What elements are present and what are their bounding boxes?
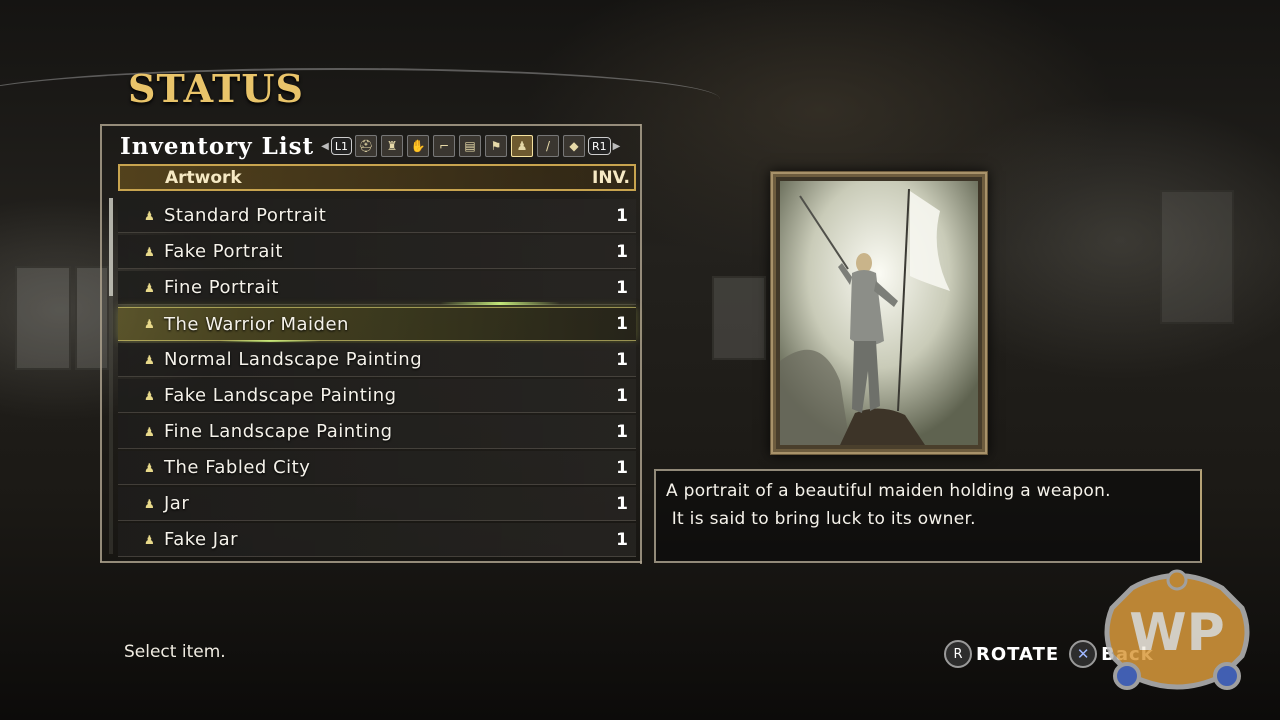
screen-title: STATUS [128,66,304,111]
item-bag-icon: ♟ [144,317,155,331]
r-stick-icon[interactable]: R [944,640,972,668]
bag-icon[interactable]: ♟ [510,135,533,157]
list-item[interactable]: ♟ Fine Portrait 1 [118,271,636,305]
artwork-preview-frame[interactable] [770,171,988,455]
inventory-header: Inventory List ◀ L1 ⛑ ♜ ✋ ⌐ ▤ ⚑ ♟ / ◆ R1 ▶ [120,130,621,162]
item-bag-icon: ♟ [144,208,155,223]
item-bag-icon: ♟ [144,460,155,475]
gauntlet-icon[interactable]: ✋ [406,135,429,157]
item-description-box: A portrait of a beautiful maiden holding… [654,469,1202,563]
list-item[interactable]: ♟ Jar 1 [118,487,636,521]
list-item[interactable]: ♟ Normal Landscape Painting 1 [118,343,636,377]
right-arrow-icon[interactable]: ▶ [613,141,621,152]
category-tabs: ⛑ ♜ ✋ ⌐ ▤ ⚑ ♟ / ◆ [353,135,587,157]
item-name: Standard Portrait [164,205,327,226]
item-name: The Warrior Maiden [164,313,349,335]
item-bag-icon: ♟ [144,352,155,367]
item-quantity: 1 [616,457,628,478]
watermark-logo: WP [1104,569,1250,690]
item-quantity: 1 [616,529,628,550]
background-window [1160,190,1234,324]
artwork-preview-image [780,181,978,445]
column-header: Artwork INV. [118,164,636,191]
description-line-2: It is said to bring luck to its owner. [666,509,976,529]
item-name: Fake Jar [164,529,239,550]
item-quantity: 1 [616,421,628,442]
item-quantity: 1 [616,205,628,226]
item-quantity: 1 [616,493,628,514]
r1-button[interactable]: R1 [587,137,611,155]
item-name: Normal Landscape Painting [164,349,423,370]
title-arc-decoration [0,68,720,130]
item-quantity: 1 [616,314,628,334]
shield-icon[interactable]: ◆ [562,135,585,157]
selection-sparkle [440,302,560,305]
item-bag-icon: ♟ [144,280,155,295]
left-arrow-icon[interactable]: ◀ [321,141,329,152]
background-window [15,266,71,370]
item-name: Fake Portrait [164,241,283,262]
flag-icon[interactable]: ⚑ [484,135,507,157]
item-name: Fake Landscape Painting [164,385,397,406]
book-icon[interactable]: ▤ [458,135,481,157]
sword-icon[interactable]: / [536,135,559,157]
item-bag-icon: ♟ [144,496,155,511]
selection-sparkle [220,340,320,342]
list-item[interactable]: ♟ Fake Landscape Painting 1 [118,379,636,413]
item-bag-icon: ♟ [144,244,155,259]
item-bag-icon: ♟ [144,424,155,439]
item-quantity: 1 [616,385,628,406]
description-line-1: A portrait of a beautiful maiden holding… [666,481,1111,501]
item-bag-icon: ♟ [144,532,155,547]
armor-icon[interactable]: ♜ [380,135,403,157]
list-item[interactable]: ♟ Fake Jar 1 [118,523,636,557]
footer-hint: Select item. [124,642,226,662]
rotate-label[interactable]: ROTATE [976,644,1059,665]
item-quantity: 1 [616,277,628,298]
boots-icon[interactable]: ⌐ [432,135,455,157]
inventory-title: Inventory List [120,132,315,160]
watermark-text: WP [1129,603,1224,663]
list-item[interactable]: ♟ Fake Portrait 1 [118,235,636,269]
item-name: The Fabled City [164,457,311,478]
item-bag-icon: ♟ [144,388,155,403]
list-item[interactable]: ♟ The Warrior Maiden 1 [118,307,636,341]
list-item[interactable]: ♟ Fine Landscape Painting 1 [118,415,636,449]
l1-button[interactable]: L1 [330,137,352,155]
helmet-icon[interactable]: ⛑ [354,135,377,157]
panel-border [640,124,642,564]
panel-border [100,561,642,563]
list-item[interactable]: ♟ The Fabled City 1 [118,451,636,485]
item-quantity: 1 [616,349,628,370]
item-name: Fine Portrait [164,277,279,298]
scrollbar-thumb[interactable] [109,198,113,296]
item-quantity: 1 [616,241,628,262]
inventory-column-label: INV. [592,167,630,188]
list-item[interactable]: ♟ Standard Portrait 1 [118,199,636,233]
item-list: ♟ Standard Portrait 1 ♟ Fake Portrait 1 ♟ Fine … [118,199,636,559]
background-window [712,276,766,360]
item-name: Fine Landscape Painting [164,421,393,442]
cross-button-icon[interactable]: ✕ [1069,640,1098,668]
category-column-label: Artwork [165,167,242,188]
item-name: Jar [164,493,190,514]
